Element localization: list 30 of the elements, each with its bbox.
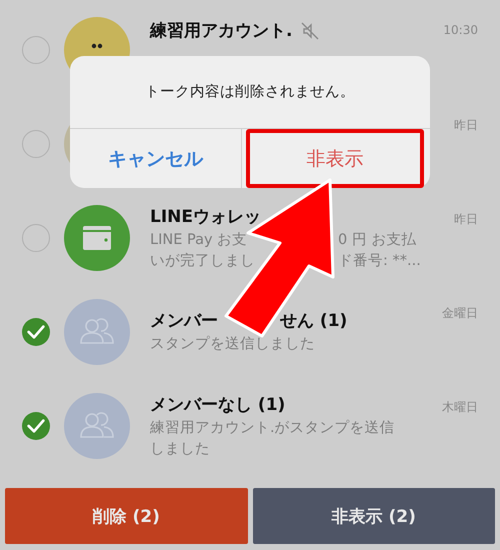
selection-checkbox[interactable] [22,318,50,346]
chat-name: 練習用アカウント. [150,20,292,42]
chat-time: 10:30 [443,23,478,37]
group-avatar-icon [64,393,130,459]
message-preview: しました [150,440,210,458]
wallet-icon [64,205,130,271]
chat-name: せん (1) [280,310,348,333]
delete-button[interactable]: 削除 (2) [5,488,248,544]
selection-checkbox[interactable] [22,412,50,440]
chat-time: 昨日 [454,117,478,134]
message-preview: LINE Pay お支 [150,230,248,250]
message-preview: 練習用アカウント.がスタンプを送信 [150,418,395,438]
dialog-message: トーク内容は削除されません。 [70,56,430,129]
hide-button[interactable]: 非表示 (2) [252,488,495,544]
chat-name: LINEウォレッ [150,206,261,228]
selection-checkbox[interactable] [22,130,50,158]
chat-name: メンバーなし (1) [150,394,286,416]
message-preview: スタンプを送信しました [150,334,315,354]
selection-checkbox[interactable] [22,36,50,64]
cancel-button[interactable]: キャンセル [70,129,242,188]
message-preview: いが完了しまし [150,252,256,270]
message-preview: ド番号: **... [338,252,421,270]
chat-time: 昨日 [454,211,478,228]
chat-time: 金曜日 [442,305,478,322]
selection-checkbox[interactable] [22,224,50,252]
chat-name: メンバー [150,310,219,333]
chat-time: 木曜日 [442,399,478,416]
group-avatar-icon [64,299,130,365]
hide-button[interactable]: 非表示 [246,129,424,188]
message-preview: 0 円 お支払 [338,230,416,250]
